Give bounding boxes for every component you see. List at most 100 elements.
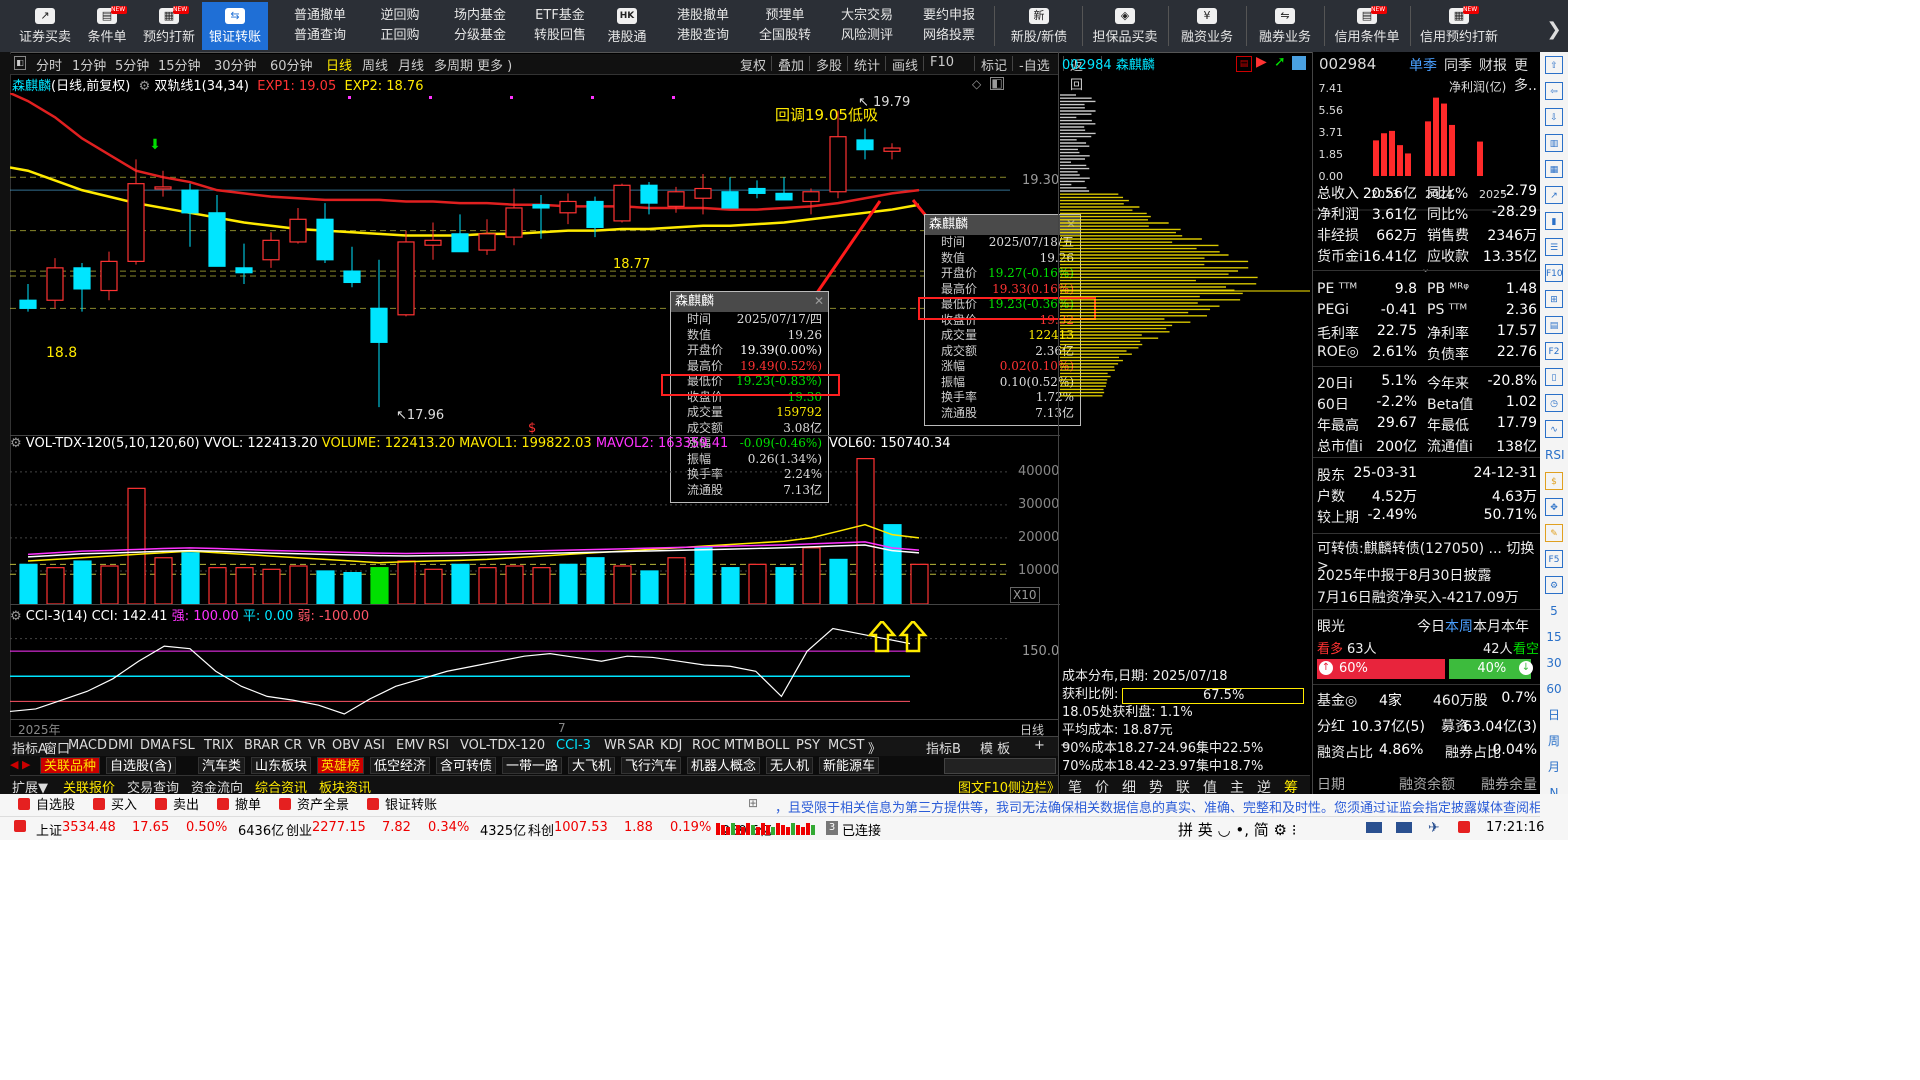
monitor-icon[interactable] (1396, 822, 1412, 833)
month-label[interactable]: 月 (1545, 758, 1563, 776)
f5-icon[interactable]: F5 (1545, 550, 1563, 568)
60-label[interactable]: 60 (1545, 680, 1563, 698)
indicator-tab-wr[interactable]: WR (604, 738, 626, 753)
indicator-tab-roc[interactable]: ROC (692, 738, 720, 753)
period-tab-item[interactable]: 多周期 (434, 55, 473, 74)
eyes-tab-0[interactable]: 今日 (1417, 616, 1445, 636)
f2-icon[interactable]: F2 (1545, 342, 1563, 360)
sector-scrollbar[interactable] (944, 758, 1056, 774)
sector-tab-item-12[interactable]: 新能源车 (819, 757, 880, 774)
eyes-tab-2[interactable]: 本月 (1473, 616, 1501, 636)
keyboard-icon[interactable] (1366, 822, 1382, 833)
cog-icon[interactable]: ⚙ (1545, 576, 1563, 594)
indicator-tab-obv[interactable]: OBV (332, 738, 360, 753)
flag-red-icon[interactable]: ▶ (1256, 54, 1267, 70)
trade-shortcut-item-4[interactable]: 资产全景 (279, 797, 349, 815)
dollar-icon[interactable]: $ (1545, 472, 1563, 490)
eyes-tab-1[interactable]: 本周 (1445, 616, 1473, 636)
down-arrow-icon[interactable]: ⇩ (1545, 108, 1563, 126)
hk-connect-button[interactable]: HK 港股通 (600, 2, 654, 50)
left-arrow-icon[interactable]: ⇦ (1545, 82, 1563, 100)
eyes-tab-3[interactable]: 本年 (1501, 616, 1529, 636)
toolbar-link-item[interactable]: 全国股转 (744, 26, 826, 46)
indicator-tab-a[interactable]: 指标A (12, 738, 47, 757)
toolbar-link-etf[interactable]: ETF基金 (520, 6, 600, 26)
toolbar-button-credit-condition-icon[interactable]: ▤ 信用条件单 (1328, 2, 1406, 50)
toolbar-button-calendar-new-icon[interactable]: ▦ 预约打新 (136, 2, 202, 50)
toolbar-button-transfer-icon[interactable]: ⇆ 银证转账 (202, 2, 268, 50)
sector-tab-item-7[interactable]: 一带一路 (502, 757, 563, 774)
indicator-tab-cci-3[interactable]: CCI-3 (556, 738, 591, 753)
toolbar-button-chart-up-icon[interactable]: ↗ 证券买卖 (12, 2, 78, 50)
toolbar-link-item[interactable]: 场内基金 (440, 6, 520, 26)
15-label[interactable]: 15 (1545, 628, 1563, 646)
toolbar-link-item[interactable]: 转股回售 (520, 26, 600, 46)
ime-toolbar[interactable]: 拼 英 ◡ •, 简 ⚙ ⁝ (1178, 819, 1297, 840)
toolbar-link-item[interactable]: 风险测评 (826, 26, 908, 46)
volume-settings-icon[interactable]: ⚙ (10, 436, 22, 451)
toolbar-link-item[interactable]: 大宗交易 (826, 6, 908, 26)
toolbar-more-icon[interactable]: ❯ (1540, 10, 1568, 50)
period-tab-item[interactable]: 分时 (36, 55, 62, 74)
ticker-add-icon[interactable]: ⊞ (748, 796, 758, 810)
trend-icon[interactable]: ↗ (1545, 186, 1563, 204)
indicator-tab-asi[interactable]: ASI (364, 738, 385, 753)
period-tab-30[interactable]: 30分钟 (214, 55, 257, 74)
clock-icon[interactable]: ◷ (1545, 394, 1563, 412)
indicator-right-b[interactable]: 指标B (926, 738, 961, 757)
indicator-tab-dma[interactable]: DMA (140, 738, 170, 753)
chart-tool-f10[interactable]: F10 (930, 55, 954, 70)
toolbar-link-item[interactable]: 普通查询 (280, 26, 360, 46)
indicator-tab-vol-tdx-120[interactable]: VOL-TDX-120 (460, 738, 545, 753)
chart-icon[interactable]: ▤ (1545, 316, 1563, 334)
plane-icon[interactable]: ✈ (1428, 820, 1440, 836)
rsi-icon[interactable]: RSI (1545, 446, 1565, 464)
index-kc-name[interactable]: 科创 (528, 820, 554, 839)
up-arrow-icon[interactable]: ⇧ (1545, 56, 1563, 74)
period-tab-item[interactable]: 月线 (398, 55, 424, 74)
indicator-tab-rsi[interactable]: RSI (428, 738, 449, 753)
f10-icon[interactable]: F10 (1545, 264, 1563, 282)
chart-tool-item[interactable]: 画线 (892, 55, 918, 74)
chart-tool-item[interactable]: 叠加 (778, 55, 804, 74)
thumb-up-icon[interactable]: ↑ (1319, 661, 1333, 675)
cost-image-icon[interactable] (1292, 56, 1306, 70)
sector-tab-item-4[interactable]: 英雄榜 (317, 757, 365, 774)
period-tab-5[interactable]: 5分钟 (115, 55, 149, 74)
chart-tool-item[interactable]: 多股 (816, 55, 842, 74)
toolbar-link-item[interactable]: 正回购 (360, 26, 440, 46)
day-label[interactable]: 日 (1545, 706, 1563, 724)
chart-tool-item[interactable]: 复权 (740, 55, 766, 74)
index-sh-name[interactable]: 上证 (36, 820, 62, 839)
sector-tab-item-3[interactable]: 山东板块 (251, 757, 312, 774)
indicator-tab-trix[interactable]: TRIX (204, 738, 234, 753)
chart-settings-icon[interactable]: ⚙ (134, 79, 154, 94)
toolbar-button-financing-icon[interactable]: ¥ 融资业务 (1172, 2, 1242, 50)
indicator-right-item[interactable]: 模 板 (980, 738, 1010, 757)
trade-shortcut-item-1[interactable]: 买入 (93, 797, 137, 815)
candlestick-chart[interactable]: ⬇ (10, 93, 1010, 433)
sector-tab-item-6[interactable]: 含可转债 (436, 757, 497, 774)
period-tab-15[interactable]: 15分钟 (158, 55, 201, 74)
index-cy-name[interactable]: 创业 (286, 820, 312, 839)
indicator-tab-kdj[interactable]: KDJ (660, 738, 682, 753)
sector-tab-item-8[interactable]: 大飞机 (568, 757, 616, 774)
trade-shortcut-item-5[interactable]: 银证转账 (367, 797, 437, 815)
indicator-tab-mtm[interactable]: MTM (724, 738, 754, 753)
chart-tool-item[interactable]: 统计 (854, 55, 880, 74)
pen-icon[interactable]: ✎ (1545, 524, 1563, 542)
indicator-tab-macd[interactable]: MACD (68, 738, 107, 753)
indicator-tab-boll[interactable]: BOLL (756, 738, 789, 753)
volume-chart[interactable] (10, 452, 1010, 604)
indicator-tab-fsl[interactable]: FSL (172, 738, 195, 753)
indicator-tab-brar[interactable]: BRAR (244, 738, 279, 753)
trade-shortcut-item-2[interactable]: 卖出 (155, 797, 199, 815)
toolbar-link-item[interactable]: 港股撤单 (662, 6, 744, 26)
indicator-tab-sar[interactable]: SAR (628, 738, 654, 753)
thumb-down-icon[interactable]: ↓ (1519, 661, 1533, 675)
trade-shortcut-item-3[interactable]: 撤单 (217, 797, 261, 815)
bar-icon[interactable]: ▮ (1545, 212, 1563, 230)
toolbar-link-item[interactable]: 网络投票 (908, 26, 990, 46)
rp-tab-2[interactable]: 财报 (1479, 55, 1507, 75)
indicator-right-item[interactable]: + (1034, 738, 1045, 753)
